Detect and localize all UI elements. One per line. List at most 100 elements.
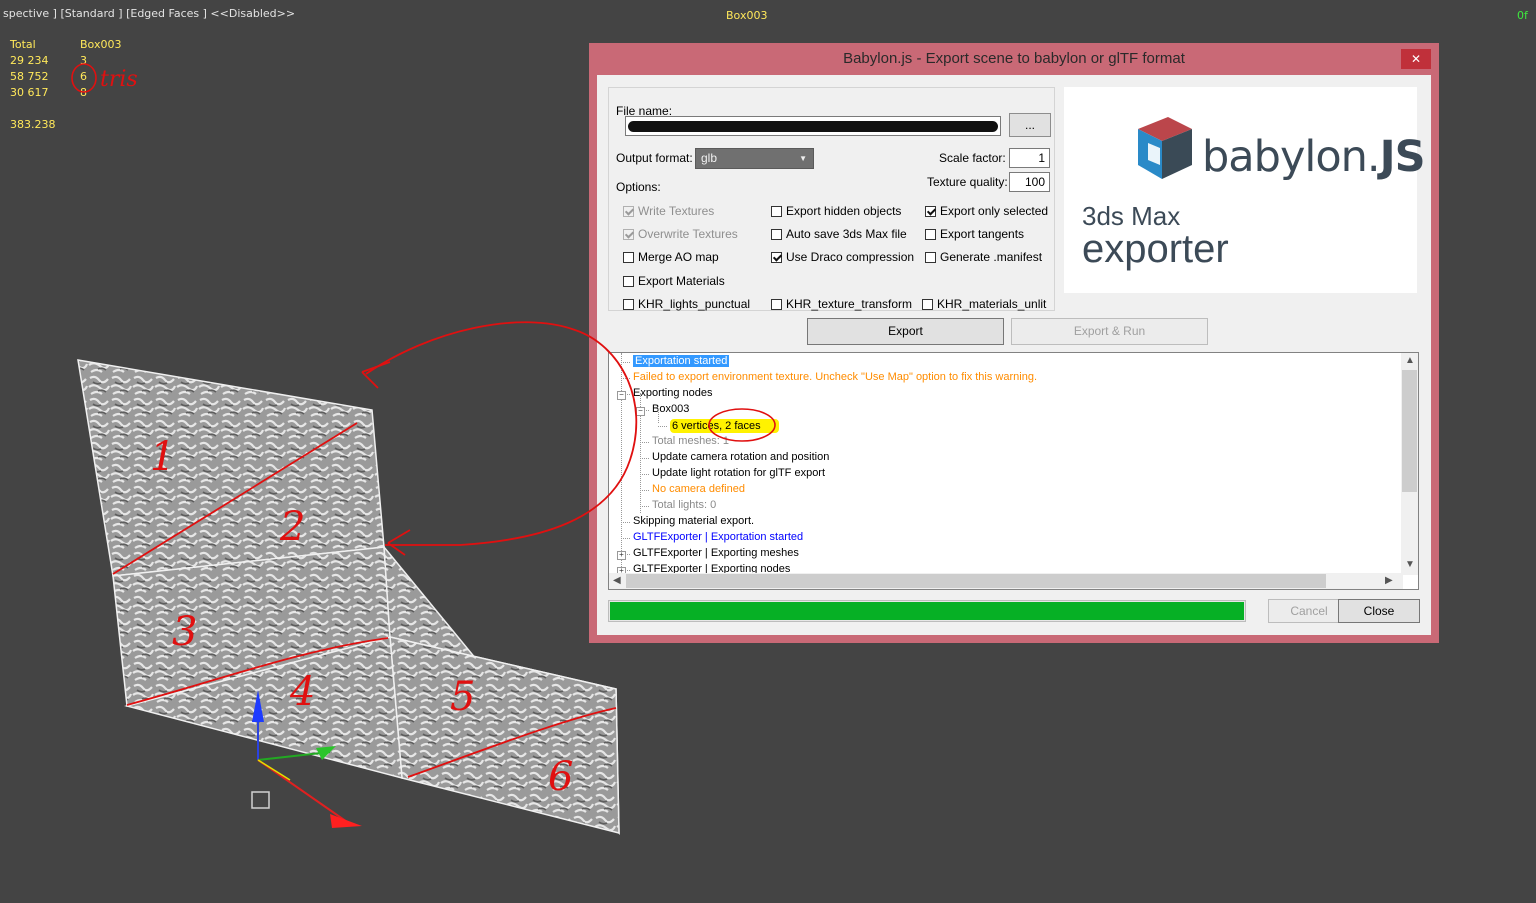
gizmo-x-axis <box>257 759 351 825</box>
gizmo-xy-plane <box>257 759 291 781</box>
log-entry[interactable]: Skipping material export. <box>633 515 754 527</box>
export-progress-bar <box>608 600 1246 622</box>
log-entry[interactable]: GLTFExporter | Exportation started <box>633 531 803 543</box>
export-run-button[interactable]: Export & Run <box>1011 318 1208 345</box>
option-label: Merge AO map <box>638 250 719 264</box>
checkbox-icon[interactable] <box>623 205 634 217</box>
options-label: Options: <box>616 180 661 194</box>
close-icon[interactable]: ✕ <box>1401 49 1431 69</box>
polycount-stats: Total Box003 29 234 3 58 752 6 30 617 8 … <box>10 38 150 134</box>
checkbox-icon[interactable] <box>623 275 634 287</box>
dialog-title: Babylon.js - Export scene to babylon or … <box>843 50 1185 67</box>
option-checkbox[interactable]: Export hidden objects <box>771 204 901 218</box>
collapse-icon[interactable]: − <box>636 407 645 416</box>
checkbox-icon[interactable] <box>623 298 634 310</box>
checkbox-icon[interactable] <box>771 298 782 310</box>
option-checkbox[interactable]: Export only selected <box>925 204 1048 218</box>
checkbox-icon[interactable] <box>922 298 933 310</box>
log-entry[interactable]: Total lights: 0 <box>652 499 716 511</box>
redacted-scribble <box>628 121 998 132</box>
output-format-select[interactable]: glb ▼ <box>695 148 814 169</box>
checkbox-icon[interactable] <box>771 251 782 263</box>
scroll-up-icon[interactable]: ▲ <box>1405 355 1415 366</box>
log-entry[interactable]: Update camera rotation and position <box>652 451 829 463</box>
tree-connector <box>658 409 659 423</box>
stats-header-total: Total <box>10 38 36 51</box>
option-checkbox[interactable]: Generate .manifest <box>925 250 1042 264</box>
checkbox-icon[interactable] <box>925 228 936 240</box>
export-button[interactable]: Export <box>807 318 1004 345</box>
file-name-field[interactable] <box>625 116 1001 136</box>
option-checkbox[interactable]: Write Textures <box>623 204 714 218</box>
option-checkbox[interactable]: Auto save 3ds Max file <box>771 227 907 241</box>
tree-connector <box>621 538 630 539</box>
tree-connector <box>621 362 630 363</box>
scroll-thumb[interactable] <box>626 574 1326 588</box>
gizmo-plane-handle <box>251 791 270 809</box>
export-dialog: Babylon.js - Export scene to babylon or … <box>589 43 1439 643</box>
stats-value: 58 752 <box>10 70 49 83</box>
texture-quality-input[interactable]: 100 <box>1009 172 1050 192</box>
fps-readout: 383.238 <box>10 118 56 131</box>
log-entry[interactable]: Total meshes: 1 <box>652 435 729 447</box>
log-entry[interactable]: 6 vertices, 2 faces <box>670 419 779 433</box>
tree-connector <box>658 426 667 427</box>
checkbox-icon[interactable] <box>623 251 634 263</box>
option-label: Generate .manifest <box>940 250 1043 264</box>
log-entry[interactable]: No camera defined <box>652 483 745 495</box>
option-checkbox[interactable]: Overwrite Textures <box>623 227 738 241</box>
close-button[interactable]: Close <box>1338 599 1420 623</box>
log-horizontal-scrollbar[interactable]: ◀ ▶ <box>609 573 1403 589</box>
checkbox-icon[interactable] <box>771 205 782 217</box>
scroll-down-icon[interactable]: ▼ <box>1405 559 1415 570</box>
viewport-label[interactable]: spective ] [Standard ] [Edged Faces ] <<… <box>3 7 295 20</box>
option-label: KHR_materials_unlit <box>937 297 1047 311</box>
scroll-thumb[interactable] <box>1402 370 1417 492</box>
log-entry[interactable]: Update light rotation for glTF export <box>652 467 825 479</box>
selected-object-name: Box003 <box>726 9 768 22</box>
expand-icon[interactable]: + <box>617 551 626 560</box>
option-label: Write Textures <box>638 204 715 218</box>
checkbox-icon[interactable] <box>925 251 936 263</box>
tree-connector <box>640 506 649 507</box>
log-entry[interactable]: Exporting nodes <box>633 387 713 399</box>
browse-button[interactable]: ... <box>1009 113 1051 137</box>
gizmo-x-arrow <box>330 814 362 828</box>
stats-value: 6 <box>80 70 87 83</box>
scroll-left-icon[interactable]: ◀ <box>613 575 621 586</box>
option-checkbox[interactable]: KHR_lights_punctual <box>623 297 750 311</box>
stats-value: 30 617 <box>10 86 49 99</box>
log-entry[interactable]: Exportation started <box>633 355 730 367</box>
log-entry[interactable]: Failed to export environment texture. Un… <box>633 371 1037 383</box>
collapse-icon[interactable]: − <box>617 391 626 400</box>
option-checkbox[interactable]: Export tangents <box>925 227 1024 241</box>
stats-value: 29 234 <box>10 54 49 67</box>
option-checkbox[interactable]: Merge AO map <box>623 250 719 264</box>
tree-connector <box>640 458 649 459</box>
stats-row: 58 752 6 <box>10 70 150 86</box>
logo-line2: exporter <box>1082 227 1229 271</box>
tree-connector <box>640 474 649 475</box>
mesh-face <box>389 636 620 834</box>
log-vertical-scrollbar[interactable]: ▲ ▼ <box>1401 353 1418 575</box>
log-entry[interactable]: GLTFExporter | Exporting meshes <box>633 547 799 559</box>
option-label: Overwrite Textures <box>638 227 738 241</box>
checkbox-icon[interactable] <box>623 228 634 240</box>
export-log[interactable]: Exportation started Failed to export envi… <box>608 352 1419 590</box>
option-label: Export Materials <box>638 274 725 288</box>
stats-header-object: Box003 <box>80 38 122 51</box>
texture-quality-label: Texture quality: <box>927 175 1008 189</box>
option-checkbox[interactable]: KHR_texture_transform <box>771 297 912 311</box>
option-checkbox[interactable]: Use Draco compression <box>771 250 914 264</box>
option-checkbox[interactable]: KHR_materials_unlit <box>922 297 1046 311</box>
scale-factor-input[interactable]: 1 <box>1009 148 1050 168</box>
output-format-label: Output format: <box>616 151 693 165</box>
checkbox-icon[interactable] <box>771 228 782 240</box>
stats-header: Total Box003 <box>10 38 150 54</box>
chevron-down-icon: ▼ <box>799 154 807 163</box>
option-checkbox[interactable]: Export Materials <box>623 274 725 288</box>
tree-connector <box>640 490 649 491</box>
checkbox-icon[interactable] <box>925 205 936 217</box>
scroll-right-icon[interactable]: ▶ <box>1385 575 1393 586</box>
options-group: File name: ... Output format: glb ▼ Scal… <box>608 87 1055 311</box>
